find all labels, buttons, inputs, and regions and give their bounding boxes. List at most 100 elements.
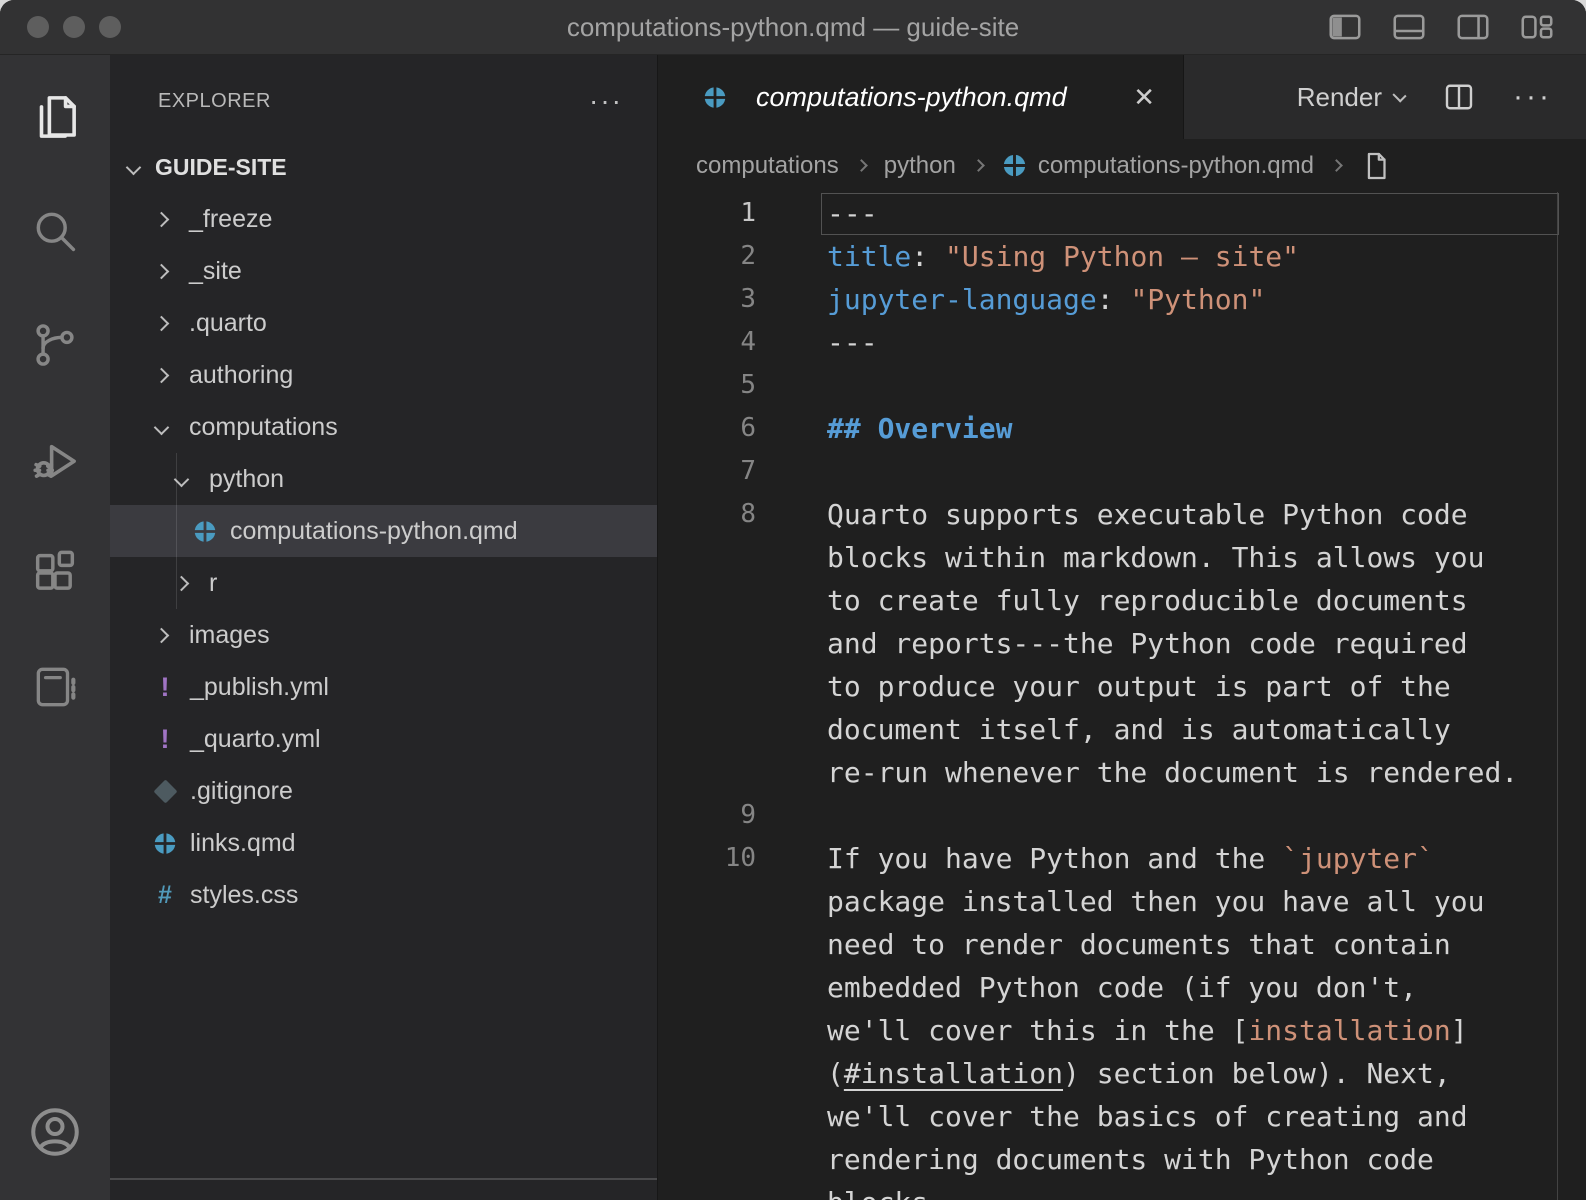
code-text: blocks.	[827, 1181, 945, 1200]
more-actions-icon[interactable]: ···	[1513, 92, 1552, 102]
minimize-window-button[interactable]	[63, 16, 85, 38]
notebook-icon	[30, 662, 80, 712]
quarto-file-icon	[152, 830, 178, 856]
layout-sidebar-right-icon[interactable]	[1454, 8, 1492, 46]
tree-item-label: styles.css	[190, 881, 298, 910]
quarto-file-icon	[702, 84, 728, 110]
render-button[interactable]: Render	[1297, 82, 1405, 113]
breadcrumb-item-computations[interactable]: computations	[696, 152, 839, 180]
code-line: 2title: "Using Python — site"	[658, 235, 1586, 278]
tree-item-gitignore[interactable]: .gitignore	[110, 765, 657, 817]
tree-item-quarto[interactable]: .quarto	[110, 297, 657, 349]
yaml-file-icon: !	[152, 726, 178, 752]
tree-item-publish-yml[interactable]: !_publish.yml	[110, 661, 657, 713]
code-text: to produce your output is part of the	[827, 665, 1451, 708]
line-number: 1	[658, 192, 756, 235]
tree-item-label: r	[209, 569, 217, 598]
tree-item-label: _freeze	[189, 205, 272, 234]
split-editor-icon[interactable]	[1441, 79, 1477, 115]
code-line: 9	[658, 794, 1586, 837]
activity-item-search[interactable]	[27, 203, 83, 259]
tree-item-computations[interactable]: computations	[110, 401, 657, 453]
tree-item-label: _quarto.yml	[190, 725, 321, 754]
chevron-right-icon	[154, 367, 170, 383]
tree-item-images[interactable]: images	[110, 609, 657, 661]
line-number: 8	[658, 493, 756, 536]
code-text: document itself, and is automatically	[827, 708, 1451, 751]
layout-sidebar-left-icon[interactable]	[1326, 8, 1364, 46]
activity-item-explorer[interactable]	[27, 89, 83, 145]
breadcrumb-item-symbol[interactable]	[1359, 149, 1393, 183]
traffic-lights	[27, 16, 121, 38]
code-text: jupyter-language: "Python"	[827, 278, 1265, 321]
close-window-button[interactable]	[27, 16, 49, 38]
code-text: Quarto supports executable Python code	[827, 493, 1468, 536]
line-number: 6	[658, 407, 756, 450]
tree-item-label: authoring	[189, 361, 293, 390]
code-text: to create fully reproducible documents	[827, 579, 1468, 622]
code-text: rendering documents with Python code	[827, 1138, 1434, 1181]
close-tab-icon[interactable]: ✕	[1133, 82, 1155, 113]
explorer-icon	[28, 90, 82, 144]
tree-item-computations-python-qmd[interactable]: computations-python.qmd	[110, 505, 657, 557]
code-line: to create fully reproducible documents	[658, 579, 1586, 622]
chevron-right-icon	[154, 315, 170, 331]
css-file-icon: #	[152, 882, 178, 908]
tree-item-styles-css[interactable]: # styles.css	[110, 869, 657, 921]
activity-item-extensions[interactable]	[27, 545, 83, 601]
code-line: blocks.	[658, 1181, 1586, 1200]
tree-item-freeze[interactable]: _freeze	[110, 193, 657, 245]
code-line: rendering documents with Python code	[658, 1138, 1586, 1181]
layout-controls	[1326, 8, 1556, 46]
explorer-sidebar: EXPLORER ··· GUIDE-SITE _freeze_site.qua…	[110, 55, 657, 1200]
tree-item-links-qmd[interactable]: links.qmd	[110, 817, 657, 869]
breadcrumb-label: computations	[696, 152, 839, 180]
code-text: we'll cover this in the [installation]	[827, 1009, 1468, 1052]
tree-item-site[interactable]: _site	[110, 245, 657, 297]
more-actions-icon[interactable]: ···	[589, 96, 623, 106]
outline-section: OUTLINE	[110, 1178, 657, 1200]
chevron-down-icon	[1392, 88, 1406, 102]
tab-bar: computations-python.qmd ✕ Render ···	[658, 55, 1586, 139]
line-number: 7	[658, 450, 756, 493]
code-text: title: "Using Python — site"	[827, 235, 1299, 278]
code-line: package installed then you have all you	[658, 880, 1586, 923]
code-text: we'll cover the basics of creating and	[827, 1095, 1468, 1138]
outline-header[interactable]: OUTLINE	[110, 1188, 657, 1200]
line-number: 5	[658, 364, 756, 407]
code-line: and reports---the Python code required	[658, 622, 1586, 665]
activity-item-run-debug[interactable]	[27, 431, 83, 487]
chevron-right-icon	[154, 263, 170, 279]
chevron-right-icon	[855, 159, 868, 172]
breadcrumb: computations python computations-python.qm…	[658, 139, 1586, 192]
chevron-right-icon	[154, 627, 170, 643]
breadcrumb-item-python[interactable]: python	[884, 152, 956, 180]
code-editor[interactable]: 1 --- 2title: "Using Python — site"3 jupyte…	[658, 192, 1586, 1200]
quarto-file-icon	[192, 518, 218, 544]
code-text: ---	[827, 321, 878, 364]
section-guide-site[interactable]: GUIDE-SITE	[110, 141, 657, 193]
tree-item-r[interactable]: r	[110, 557, 657, 609]
tree-item-label: links.qmd	[190, 829, 296, 858]
tree-item-label: python	[209, 465, 284, 494]
breadcrumb-item-computations-python-qmd[interactable]: computations-python.qmd	[1001, 152, 1314, 180]
tree-item-python[interactable]: python	[110, 453, 657, 505]
activity-item-account[interactable]	[25, 1102, 85, 1162]
activity-item-notebook[interactable]	[27, 659, 83, 715]
zoom-window-button[interactable]	[99, 16, 121, 38]
activity-item-source-control[interactable]	[27, 317, 83, 373]
tree-item-quarto-yml[interactable]: ! _quarto.yml	[110, 713, 657, 765]
code-line: we'll cover this in the [installation]	[658, 1009, 1586, 1052]
layout-panel-icon[interactable]	[1390, 8, 1428, 46]
chevron-right-icon	[154, 211, 170, 227]
chevron-down-icon	[126, 159, 142, 175]
tree-item-label: _site	[189, 257, 242, 286]
layout-customize-icon[interactable]	[1518, 8, 1556, 46]
line-number: 3	[658, 278, 756, 321]
code-text: (#installation) section below). Next,	[827, 1052, 1451, 1095]
tab-computations-python-qmd[interactable]: computations-python.qmd ✕	[658, 55, 1184, 139]
render-label: Render	[1297, 82, 1382, 113]
code-line: 6## Overview	[658, 407, 1586, 450]
account-icon	[25, 1102, 85, 1162]
tree-item-authoring[interactable]: authoring	[110, 349, 657, 401]
